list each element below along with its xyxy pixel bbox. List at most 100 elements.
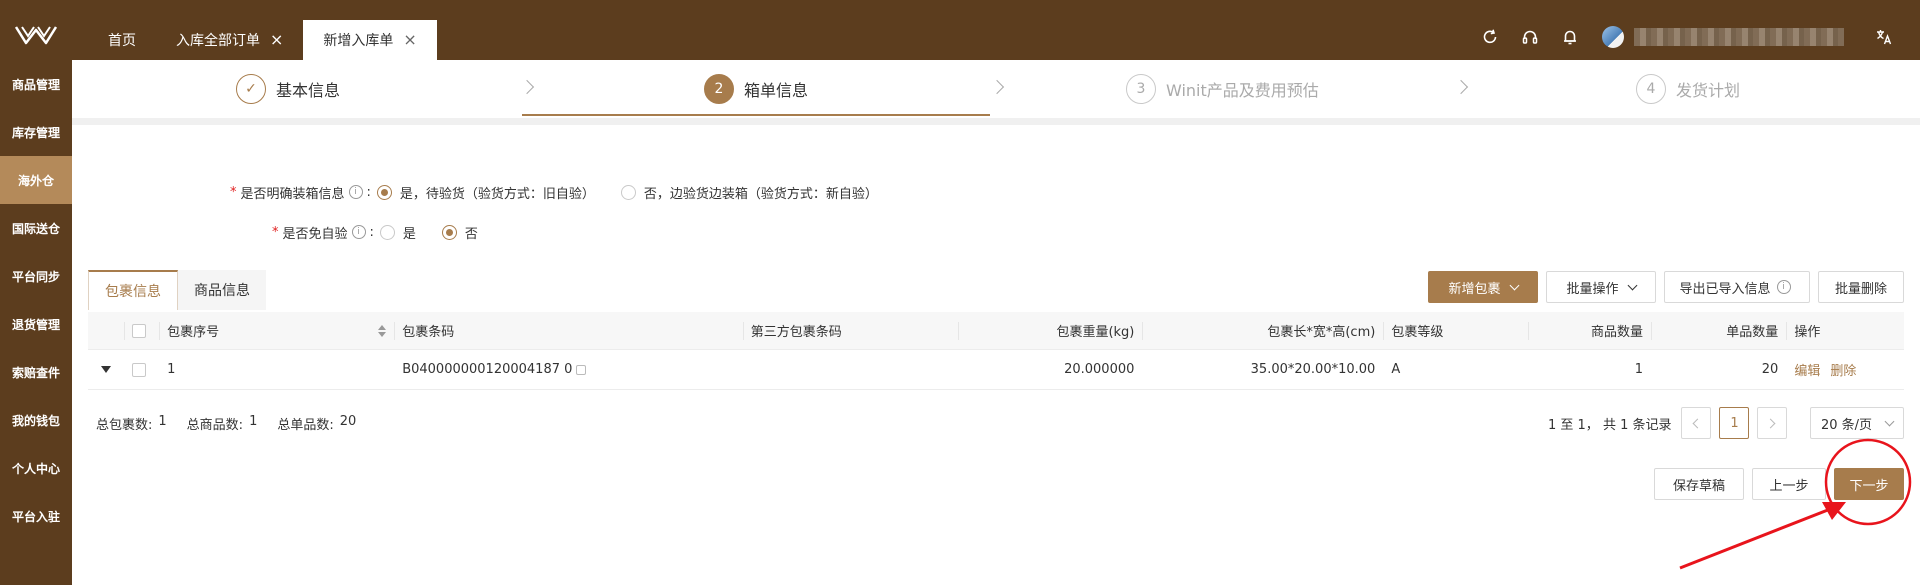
cell-package-barcode: B040000000120004187 0 <box>394 350 743 389</box>
step-basic-info: ✓ 基本信息 <box>236 73 340 105</box>
row-select[interactable] <box>124 350 160 389</box>
required-mark: * <box>230 184 237 200</box>
header-package-seq[interactable]: 包裹序号 <box>159 312 394 349</box>
button-label: 新增包裹 <box>1448 281 1501 297</box>
radio-exempt-yes[interactable]: 是 <box>379 223 416 242</box>
cell-weight: 20.000000 <box>958 350 1142 389</box>
package-table: 包裹序号 包裹条码 第三方包裹条码 包裹重量(kg) 包裹长*宽*高(cm) 包… <box>88 312 1904 390</box>
sidebar-item-returns[interactable]: 退货管理 <box>0 300 72 348</box>
tab-package-info[interactable]: 包裹信息 <box>88 270 178 310</box>
sidebar-item-label: 索赔查件 <box>11 365 60 380</box>
table-header: 包裹序号 包裹条码 第三方包裹条码 包裹重量(kg) 包裹长*宽*高(cm) 包… <box>88 312 1904 350</box>
cell-package-seq: 1 <box>159 350 394 389</box>
refresh-icon[interactable] <box>1480 27 1500 47</box>
caret-down-icon[interactable] <box>100 366 111 373</box>
cell-text: 1 <box>1634 362 1643 377</box>
checkbox[interactable] <box>131 362 146 377</box>
sidebar-item-label: 商品管理 <box>11 77 60 92</box>
header-third-party-barcode: 第三方包裹条码 <box>742 312 959 349</box>
cell-text: 20.000000 <box>1064 362 1135 377</box>
sidebar-item-label: 我的钱包 <box>11 413 60 428</box>
avatar[interactable] <box>1602 26 1624 48</box>
column-header: 包裹条码 <box>402 325 455 340</box>
translate-icon[interactable] <box>1874 27 1894 47</box>
tab-label: 首页 <box>108 33 136 49</box>
batch-delete-button[interactable]: 批量删除 <box>1818 271 1904 303</box>
edit-link[interactable]: 编辑 <box>1794 360 1820 379</box>
step-shipping-plan: 4 发货计划 <box>1636 73 1740 105</box>
sidebar-item-inventory-management[interactable]: 库存管理 <box>0 108 72 156</box>
info-icon[interactable]: i <box>351 225 366 239</box>
logo[interactable] <box>0 10 72 60</box>
header-unit-qty: 单品数量 <box>1651 312 1786 349</box>
sidebar-item-international-delivery[interactable]: 国际送仓 <box>0 204 72 252</box>
sidebar-item-wallet[interactable]: 我的钱包 <box>0 396 72 444</box>
headset-icon[interactable] <box>1520 27 1540 47</box>
page-tabs: 首页 入库全部订单 × 新增入库单 × <box>88 20 437 60</box>
sidebar-item-personal-center[interactable]: 个人中心 <box>0 444 72 492</box>
header-select-all[interactable] <box>123 312 160 349</box>
header-expand <box>88 312 124 349</box>
current-step-underline <box>522 114 990 116</box>
cell-unit-qty: 20 <box>1651 350 1786 389</box>
tab-product-info[interactable]: 商品信息 <box>178 270 266 310</box>
expand-toggle[interactable] <box>88 350 124 389</box>
sidebar-item-label: 平台入驻 <box>11 509 60 524</box>
annotation-arrow <box>1679 504 1839 570</box>
step-packing-list: 2 箱单信息 <box>704 73 808 105</box>
close-icon[interactable]: × <box>270 32 283 48</box>
sidebar-item-overseas-warehouse[interactable]: 海外仓 <box>0 156 72 204</box>
radio-exempt-no[interactable]: 否 <box>441 223 478 242</box>
column-header: 包裹序号 <box>167 325 220 340</box>
radio-label: 否 <box>464 226 478 242</box>
copy-icon[interactable] <box>576 364 587 375</box>
prev-step-button[interactable]: 上一步 <box>1752 468 1826 500</box>
save-draft-button[interactable]: 保存草稿 <box>1654 468 1744 500</box>
sidebar: 商品管理 库存管理 海外仓 国际送仓 平台同步 退货管理 索赔查件 我的钱包 个… <box>0 60 72 585</box>
radio-packing-yes[interactable]: 是，待验货（验货方式：旧自验） <box>376 183 595 202</box>
cell-goods-qty: 1 <box>1528 350 1651 389</box>
checkbox[interactable] <box>131 323 146 338</box>
column-header: 第三方包裹条码 <box>750 325 842 340</box>
sidebar-item-platform-sync[interactable]: 平台同步 <box>0 252 72 300</box>
chevron-right-icon <box>1766 418 1776 428</box>
page-1-button[interactable]: 1 <box>1719 407 1750 439</box>
sort-icon[interactable] <box>378 324 387 337</box>
radio-dot <box>379 224 395 240</box>
radio-packing-no[interactable]: 否，边验货边装箱（验货方式：新自验） <box>620 183 878 202</box>
pagination: 1 至 1， 共 1 条记录 1 <box>1548 407 1788 439</box>
sidebar-item-claims[interactable]: 索赔查件 <box>0 348 72 396</box>
username-redacted[interactable] <box>1634 28 1844 46</box>
chevron-down-icon <box>1627 280 1637 290</box>
header-goods-qty: 商品数量 <box>1528 312 1651 349</box>
delete-link[interactable]: 删除 <box>1830 360 1856 379</box>
cell-text: 20 <box>1761 362 1779 377</box>
field-colon: : <box>369 224 374 240</box>
chevron-right-icon <box>1453 79 1469 95</box>
header-package-barcode: 包裹条码 <box>394 312 743 349</box>
page-size-select[interactable]: 20 条/页 <box>1810 407 1904 439</box>
next-step-button[interactable]: 下一步 <box>1834 468 1904 500</box>
batch-operations-button[interactable]: 批量操作 <box>1546 271 1656 303</box>
step-label: 基本信息 <box>276 81 341 100</box>
info-icon[interactable]: i <box>348 185 363 199</box>
tab-inbound-all-orders[interactable]: 入库全部订单 × <box>156 20 303 60</box>
cell-third-party-barcode <box>743 350 959 389</box>
add-package-button[interactable]: 新增包裹 <box>1428 271 1538 303</box>
cell-text: 1 <box>167 362 176 377</box>
sidebar-item-platform-onboarding[interactable]: 平台入驻 <box>0 492 72 540</box>
bell-icon[interactable] <box>1560 27 1580 47</box>
cell-text: A <box>1391 362 1401 377</box>
sidebar-item-product-management[interactable]: 商品管理 <box>0 60 72 108</box>
column-header: 包裹长*宽*高(cm) <box>1267 325 1376 340</box>
prev-page-button[interactable] <box>1681 407 1712 439</box>
radio-label: 是 <box>402 226 416 242</box>
tab-new-inbound-order[interactable]: 新增入库单 × <box>303 20 437 60</box>
close-icon[interactable]: × <box>403 32 416 48</box>
tab-home[interactable]: 首页 <box>88 20 156 60</box>
export-imported-button[interactable]: 导出已导入信息 i <box>1664 271 1810 303</box>
radio-dot <box>620 184 636 200</box>
form-row-packing-info: * 是否明确装箱信息 i : 是，待验货（验货方式：旧自验） 否，边验货边装箱（… <box>230 182 904 202</box>
sidebar-item-label: 海外仓 <box>17 173 54 188</box>
next-page-button[interactable] <box>1757 407 1788 439</box>
